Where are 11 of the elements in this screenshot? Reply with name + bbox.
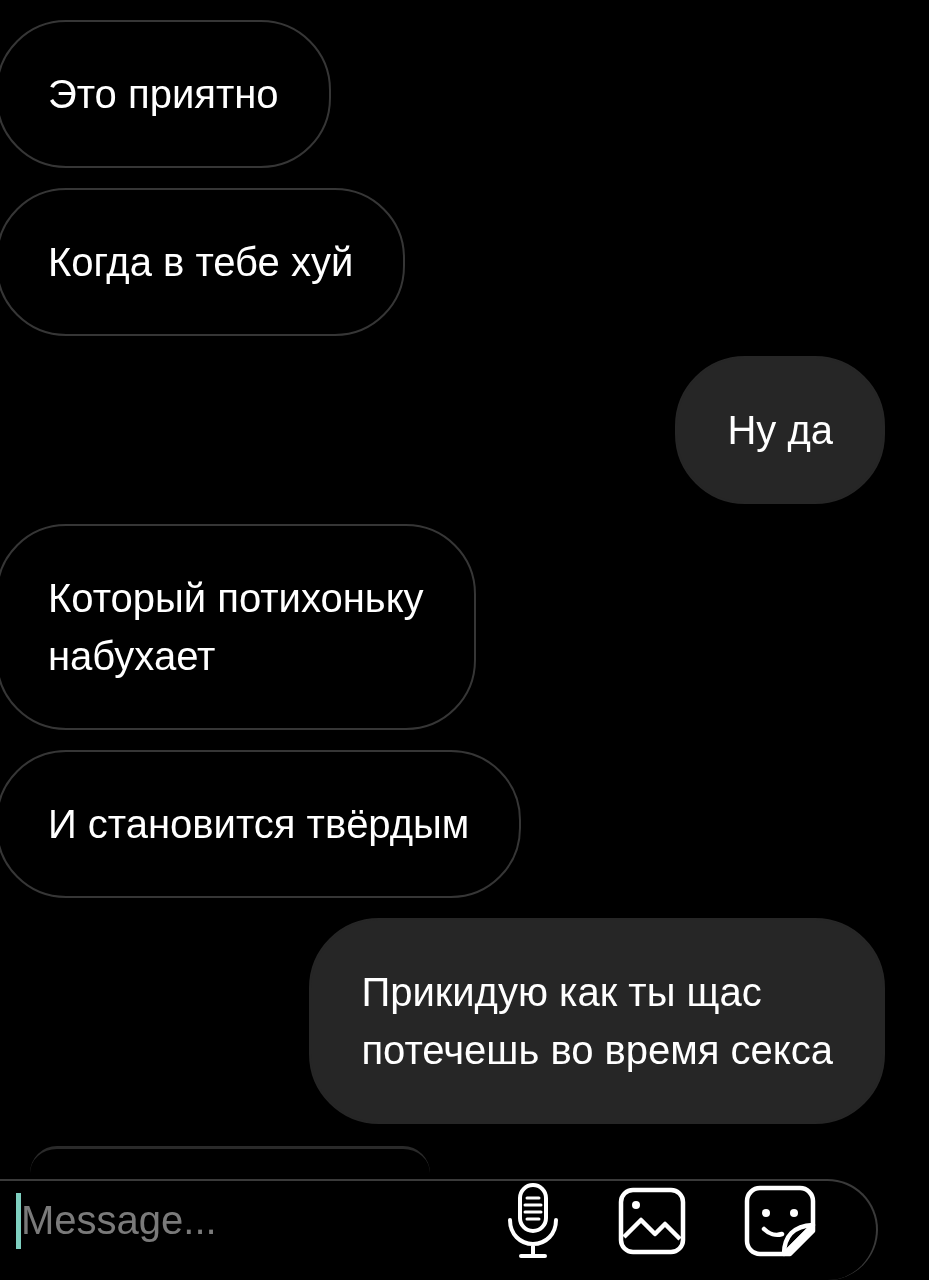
- microphone-icon[interactable]: [506, 1181, 560, 1260]
- sticker-icon[interactable]: [744, 1184, 816, 1257]
- text-cursor: [16, 1192, 21, 1249]
- received-message: Когда в тебе хуй: [0, 188, 406, 336]
- message-input[interactable]: Message...: [21, 1198, 448, 1243]
- sent-message: Прикидую как ты щас потечешь во время секса: [309, 918, 885, 1124]
- sent-message: Ну да: [675, 356, 885, 504]
- image-icon[interactable]: [618, 1186, 686, 1255]
- received-message: Это приятно: [0, 20, 331, 168]
- received-message: Который потихоньку набухает: [0, 524, 476, 730]
- received-message: И становится твёрдым: [0, 750, 522, 898]
